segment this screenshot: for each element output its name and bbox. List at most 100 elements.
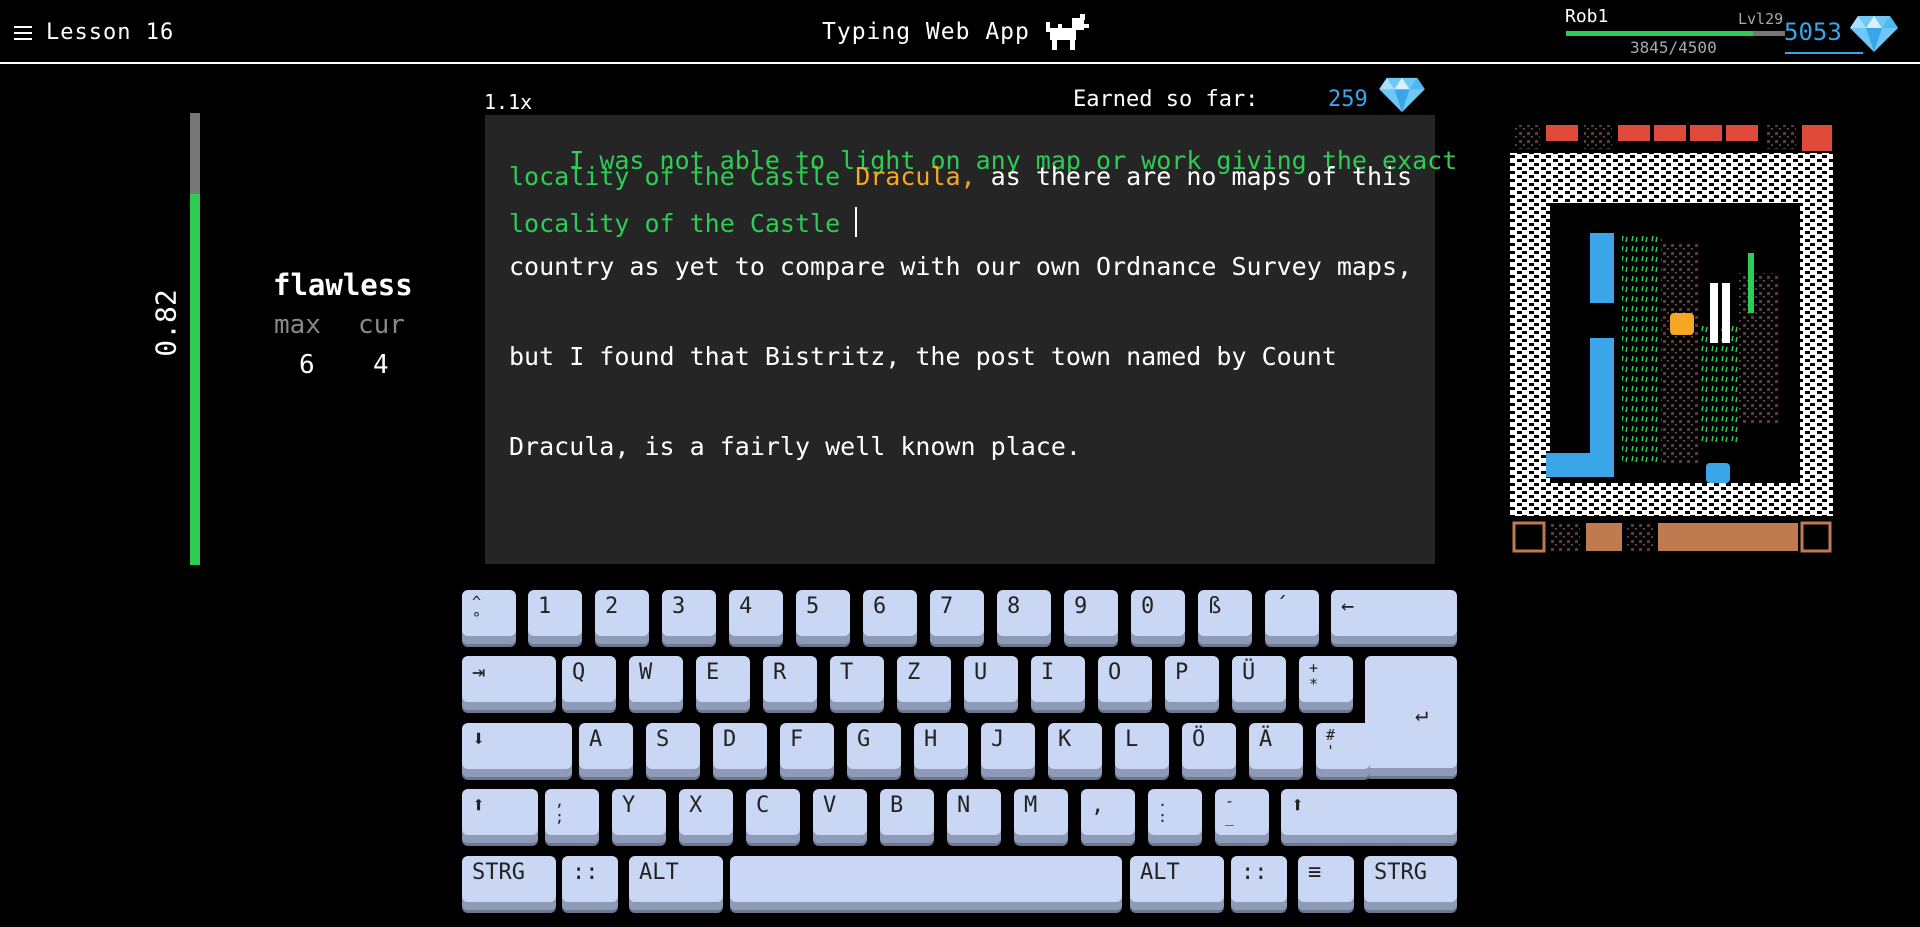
key-7[interactable]: 7 bbox=[930, 590, 984, 644]
text-line-6: Dracula, is a fairly well known place. bbox=[509, 432, 1081, 461]
key-caps[interactable]: ⬇ bbox=[462, 723, 572, 777]
key-6[interactable]: 6 bbox=[863, 590, 917, 644]
streak-label: flawless bbox=[273, 268, 413, 302]
key-q[interactable]: Q bbox=[562, 656, 616, 710]
key-y[interactable]: Y bbox=[612, 789, 666, 843]
dungeon-map-graphic bbox=[1510, 123, 1833, 556]
text-caret bbox=[855, 207, 858, 237]
dungeon-map bbox=[1510, 123, 1833, 556]
key-o[interactable]: O bbox=[1098, 656, 1152, 710]
key-z[interactable]: Z bbox=[897, 656, 951, 710]
app-title: Typing Web App bbox=[822, 19, 1030, 45]
key-alt-right[interactable]: ALT bbox=[1130, 856, 1224, 910]
key-k[interactable]: K bbox=[1048, 723, 1102, 777]
key-i[interactable]: I bbox=[1031, 656, 1085, 710]
key-4[interactable]: 4 bbox=[729, 590, 783, 644]
key-tab[interactable]: ⇥ bbox=[462, 656, 556, 710]
streak-cur-value: 4 bbox=[373, 350, 389, 380]
key-h[interactable]: H bbox=[914, 723, 968, 777]
hamburger-menu-icon[interactable] bbox=[14, 25, 32, 40]
key-d[interactable]: D bbox=[713, 723, 767, 777]
key-shift-left[interactable]: ⬆ bbox=[462, 789, 538, 843]
key-x[interactable]: X bbox=[679, 789, 733, 843]
key-alt-left[interactable]: ALT bbox=[629, 856, 723, 910]
earned-label: Earned so far: bbox=[1073, 87, 1259, 112]
key-b[interactable]: B bbox=[880, 789, 934, 843]
key-v[interactable]: V bbox=[813, 789, 867, 843]
key-a-umlaut[interactable]: Ä bbox=[1249, 723, 1303, 777]
text-line-2: locality of the Castle Dracula, as there… bbox=[509, 162, 1412, 191]
key-g[interactable]: G bbox=[847, 723, 901, 777]
key-m[interactable]: M bbox=[1014, 789, 1068, 843]
typed-text: locality of the Castle bbox=[509, 209, 856, 238]
key-plus[interactable]: + * bbox=[1299, 656, 1353, 710]
virtual-keyboard: ^ ° 1 2 3 4 5 6 7 8 9 0 ß ´ ← ⇥ Q W E R … bbox=[462, 590, 1457, 914]
key-menu[interactable]: ≡ bbox=[1298, 856, 1354, 910]
diamond-gem-icon bbox=[1379, 77, 1425, 113]
key-period[interactable]: . : bbox=[1148, 789, 1202, 843]
key-2[interactable]: 2 bbox=[595, 590, 649, 644]
text-line-5: but I found that Bistritz, the post town… bbox=[509, 342, 1337, 371]
key-r[interactable]: R bbox=[763, 656, 817, 710]
text-line-4: country as yet to compare with our own O… bbox=[509, 252, 1412, 281]
user-level: Lvl29 bbox=[1738, 10, 1784, 28]
key-e[interactable]: E bbox=[696, 656, 750, 710]
diamond-gem-icon bbox=[1850, 16, 1898, 52]
key-shift-right[interactable]: ⬆ bbox=[1281, 789, 1457, 843]
streak-cur-label: cur bbox=[358, 310, 405, 340]
key-j[interactable]: J bbox=[981, 723, 1035, 777]
key-less-than[interactable]: , ; bbox=[545, 789, 599, 843]
streak-max-value: 6 bbox=[299, 350, 315, 380]
key-minus[interactable]: - _ bbox=[1215, 789, 1269, 843]
key-backspace[interactable]: ← bbox=[1331, 590, 1457, 644]
key-win-left[interactable]: :: bbox=[562, 856, 618, 910]
gem-balance: 5053 bbox=[1784, 18, 1842, 46]
error-text: Dracula, bbox=[855, 162, 976, 191]
key-p[interactable]: P bbox=[1165, 656, 1219, 710]
lesson-title: Lesson 16 bbox=[46, 20, 175, 45]
typed-text: locality of the Castle bbox=[509, 162, 856, 191]
key-space[interactable] bbox=[730, 856, 1122, 910]
xp-progress-text: 3845/4500 bbox=[1630, 38, 1717, 57]
pending-text: Dracula, is a fairly well known place. bbox=[509, 432, 1081, 461]
key-ctrl-right[interactable]: STRG bbox=[1364, 856, 1457, 910]
key-u[interactable]: U bbox=[964, 656, 1018, 710]
key-circumflex[interactable]: ^ ° bbox=[462, 590, 516, 644]
app-title-group: Typing Web App bbox=[822, 12, 1090, 52]
speed-multiplier: 1.1x bbox=[484, 90, 533, 114]
pending-text: but I found that Bistritz, the post town… bbox=[509, 342, 1337, 371]
typing-text-area[interactable]: I was not able to light on any map or wo… bbox=[485, 115, 1457, 564]
key-win-right[interactable]: :: bbox=[1231, 856, 1287, 910]
key-f[interactable]: F bbox=[780, 723, 834, 777]
key-l[interactable]: L bbox=[1115, 723, 1169, 777]
key-ctrl-left[interactable]: STRG bbox=[462, 856, 556, 910]
user-name[interactable]: Rob1 bbox=[1565, 6, 1608, 27]
key-8[interactable]: 8 bbox=[997, 590, 1051, 644]
key-enter[interactable]: ↵ bbox=[1365, 656, 1457, 776]
key-n[interactable]: N bbox=[947, 789, 1001, 843]
key-9[interactable]: 9 bbox=[1064, 590, 1118, 644]
key-a[interactable]: A bbox=[579, 723, 633, 777]
text-line-3: locality of the Castle bbox=[509, 207, 858, 238]
xp-progress-bar bbox=[1566, 31, 1785, 36]
accuracy-value: 0.82 bbox=[149, 289, 183, 357]
key-u-umlaut[interactable]: Ü bbox=[1232, 656, 1286, 710]
key-s[interactable]: S bbox=[646, 723, 700, 777]
key-hash[interactable]: # ' bbox=[1316, 723, 1370, 777]
xp-progress-fill bbox=[1566, 31, 1754, 36]
accuracy-bar bbox=[190, 113, 200, 565]
lesson-menu-button[interactable]: Lesson 16 bbox=[14, 20, 174, 45]
key-eszett[interactable]: ß bbox=[1198, 590, 1252, 644]
accuracy-bar-fill bbox=[190, 194, 200, 565]
key-5[interactable]: 5 bbox=[796, 590, 850, 644]
key-acute[interactable]: ´ bbox=[1265, 590, 1319, 644]
key-c[interactable]: C bbox=[746, 789, 800, 843]
key-w[interactable]: W bbox=[629, 656, 683, 710]
key-t[interactable]: T bbox=[830, 656, 884, 710]
key-o-umlaut[interactable]: Ö bbox=[1182, 723, 1236, 777]
key-3[interactable]: 3 bbox=[662, 590, 716, 644]
key-comma[interactable]: , bbox=[1081, 789, 1135, 843]
top-bar: Lesson 16 Typing Web App Rob1 Lvl29 3845… bbox=[0, 0, 1920, 64]
key-0[interactable]: 0 bbox=[1131, 590, 1185, 644]
key-1[interactable]: 1 bbox=[528, 590, 582, 644]
